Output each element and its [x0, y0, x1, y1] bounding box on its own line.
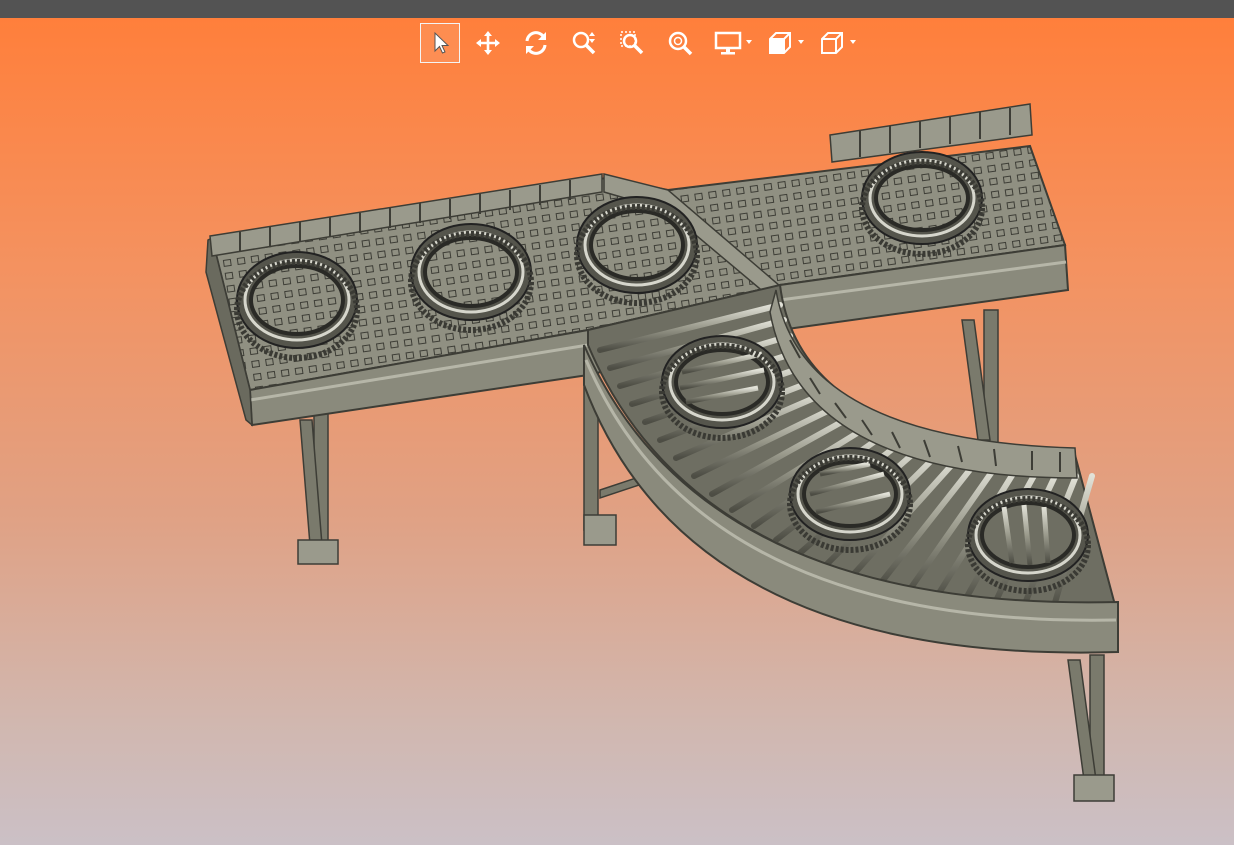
cad-application: [0, 0, 1234, 845]
conveyor-3d-model: [205, 103, 1119, 802]
